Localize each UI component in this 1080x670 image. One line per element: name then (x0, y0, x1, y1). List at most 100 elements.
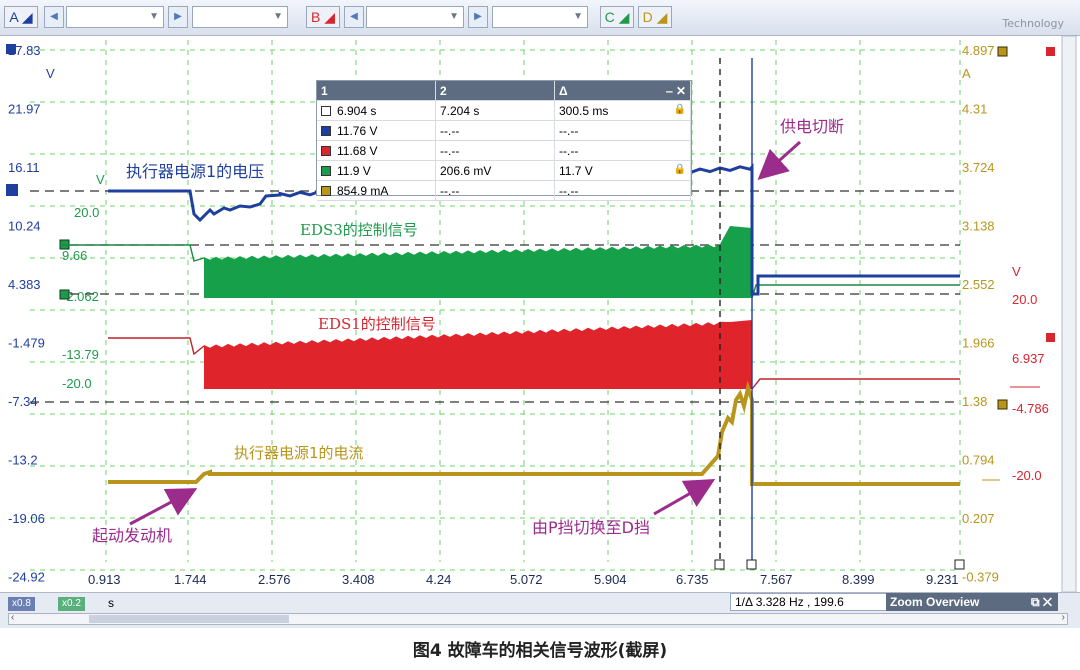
channel-d-button[interactable]: D ◢ (638, 6, 672, 28)
left-axis-tick: 21.97 (8, 102, 41, 117)
left-axis-tick: 4.383 (8, 277, 41, 292)
zoom-x02-chip[interactable]: x0.2 (58, 597, 85, 611)
prev-left-icon[interactable]: ◀ (44, 6, 64, 28)
measure-row-channel-d: 854.9 mA --.-- --.-- (317, 180, 691, 201)
measure-cell: --.-- (554, 180, 691, 201)
time-unit-label: s (108, 596, 114, 610)
measure-cell: --.-- (554, 120, 691, 141)
left-axis-tick: 10.24 (8, 219, 41, 234)
bottom-status-bar: x0.8 x0.2 s 1/Δ 3.328 Hz , 199.6 Zoom Ov… (0, 592, 1080, 628)
green-axis-tick: 9.66 (62, 248, 87, 263)
left-axis-tick: -19.06 (8, 511, 45, 526)
cursor-1-handle[interactable] (714, 559, 725, 570)
prev-left-icon[interactable]: ◀ (344, 6, 364, 28)
time-swatch (321, 106, 331, 117)
channel-c-swatch (321, 166, 331, 177)
right-axis-tick: 1.966 (962, 336, 995, 351)
channel-a-coupling-combo[interactable]: ▼ (192, 6, 288, 28)
measurements-panel[interactable]: 1 2 Δ ‒ ✕ 6.904 s 7.204 s 300.5 ms 🔒 11.76… (316, 80, 692, 201)
x-axis-tick: 6.735 (676, 572, 709, 587)
channel-a-label: A (9, 9, 18, 25)
channel-b-range-combo[interactable]: ▼ (366, 6, 464, 28)
power-cut-annotation: 供电切断 (780, 117, 844, 136)
measure-header-delta: Δ ‒ ✕ (554, 81, 691, 101)
zoom-overview-title: Zoom Overview (890, 595, 980, 609)
right-axis-tick: 3.724 (962, 160, 995, 175)
left-axis-tick: -13.2 (8, 453, 38, 468)
close-icon[interactable]: ‒ ✕ (666, 84, 686, 98)
measure-cell: 6.904 s (337, 103, 377, 118)
measure-row-channel-a: 11.76 V --.-- --.-- (317, 120, 691, 141)
lock-icon[interactable]: 🔒 (674, 164, 686, 175)
power-cut-arrow (757, 140, 802, 181)
cursor-2-handle[interactable] (746, 559, 757, 570)
red-axis-tick: 20.0 (1012, 292, 1037, 307)
horizontal-scrollbar[interactable]: ‹ › (8, 612, 1068, 625)
chevron-down-icon: ▼ (573, 11, 583, 22)
ruler-handle[interactable] (954, 559, 965, 570)
measure-cell: 206.6 mV (435, 160, 555, 181)
channel-c-offset-marker[interactable] (59, 289, 70, 300)
lock-icon[interactable]: 🔒 (674, 104, 686, 115)
left-axis-unit: V (46, 66, 55, 81)
eds3-control-signal-fill (204, 226, 752, 298)
right-axis-tick: 2.552 (962, 277, 995, 292)
red-axis-tick: -20.0 (1012, 468, 1042, 483)
measure-cell: 854.9 mA (337, 183, 389, 198)
scroll-left-icon[interactable]: ‹ (11, 612, 14, 623)
channel-b-marker[interactable] (1046, 47, 1055, 56)
channel-b-swatch (321, 146, 331, 157)
right-axis-tick: -0.379 (962, 570, 999, 585)
channel-d-marker[interactable] (997, 46, 1008, 57)
measure-cell: 300.5 ms (559, 103, 609, 118)
measure-row-channel-c: 11.9 V 206.6 mV 11.7 V 🔒 (317, 160, 691, 181)
right-axis-tick: 0.207 (962, 511, 995, 526)
left-axis-tick: -1.479 (8, 336, 45, 351)
channel-b-offset-marker[interactable] (1046, 333, 1055, 342)
x-axis-tick: 9.231 (926, 572, 959, 587)
left-axis-tick: -24.92 (8, 570, 45, 585)
x-axis-tick: 2.576 (258, 572, 291, 587)
zoom-x08-chip[interactable]: x0.8 (8, 597, 35, 611)
eds1-control-signal-fill (204, 320, 752, 389)
eds3-series-label: EDS3的控制信号 (300, 221, 418, 239)
right-axis-tick: 4.897 (962, 43, 995, 58)
toolbar: A ◢ ◀ ▼ ▶ ▼ B ◢ ◀ ▼ ▶ ▼ C ◢ D ◢ Technolo… (0, 0, 1080, 36)
x-axis-tick: 4.24 (426, 572, 451, 587)
channel-a-marker[interactable] (6, 44, 16, 54)
scope-plot-area[interactable]: 27.83 21.97 16.11 10.24 4.383 -1.479 -7.34 -13.… (0, 35, 1080, 643)
right-axis-unit: A (962, 66, 971, 81)
scroll-thumb[interactable] (89, 615, 289, 623)
channel-d-offset-marker[interactable] (997, 399, 1008, 410)
channel-a-offset-marker[interactable] (6, 184, 18, 196)
measure-cell: 11.9 V (337, 163, 371, 178)
zoom-overview-panel[interactable]: Zoom Overview ⧉ ✕ (886, 593, 1058, 611)
channel-b-label: B (311, 9, 321, 25)
channel-d-swatch (321, 186, 331, 197)
brand-logo: Technology (1002, 17, 1064, 30)
channel-c-button[interactable]: C ◢ (600, 6, 634, 28)
x-axis-tick: 1.744 (174, 572, 207, 587)
green-axis-tick: 20.0 (74, 205, 99, 220)
next-right-icon[interactable]: ▶ (468, 6, 488, 28)
next-right-icon[interactable]: ▶ (168, 6, 188, 28)
measure-cell: 11.68 V (337, 143, 378, 158)
measure-cell: 11.7 V (559, 163, 593, 178)
channel-a-range-combo[interactable]: ▼ (66, 6, 164, 28)
measure-header-1: 1 (317, 81, 436, 101)
red-axis-unit: V (1012, 264, 1021, 279)
channel-b-button[interactable]: B ◢ (306, 6, 340, 28)
delta-label: Δ (559, 83, 568, 98)
right-axis-tick: 1.38 (962, 394, 987, 409)
channel-b-coupling-combo[interactable]: ▼ (492, 6, 588, 28)
measure-cell: 11.76 V (337, 123, 378, 138)
scroll-right-icon[interactable]: › (1062, 612, 1065, 623)
measure-cell: --.-- (435, 180, 555, 201)
vertical-scrollbar[interactable] (1061, 35, 1077, 593)
x-axis-tick: 5.072 (510, 572, 543, 587)
chevron-down-icon: ▼ (273, 11, 283, 22)
close-icon[interactable]: ⧉ ✕ (1031, 593, 1052, 611)
channel-a-button[interactable]: A ◢ (4, 6, 38, 28)
channel-c-label: C (604, 9, 615, 25)
x-axis-tick: 3.408 (342, 572, 375, 587)
